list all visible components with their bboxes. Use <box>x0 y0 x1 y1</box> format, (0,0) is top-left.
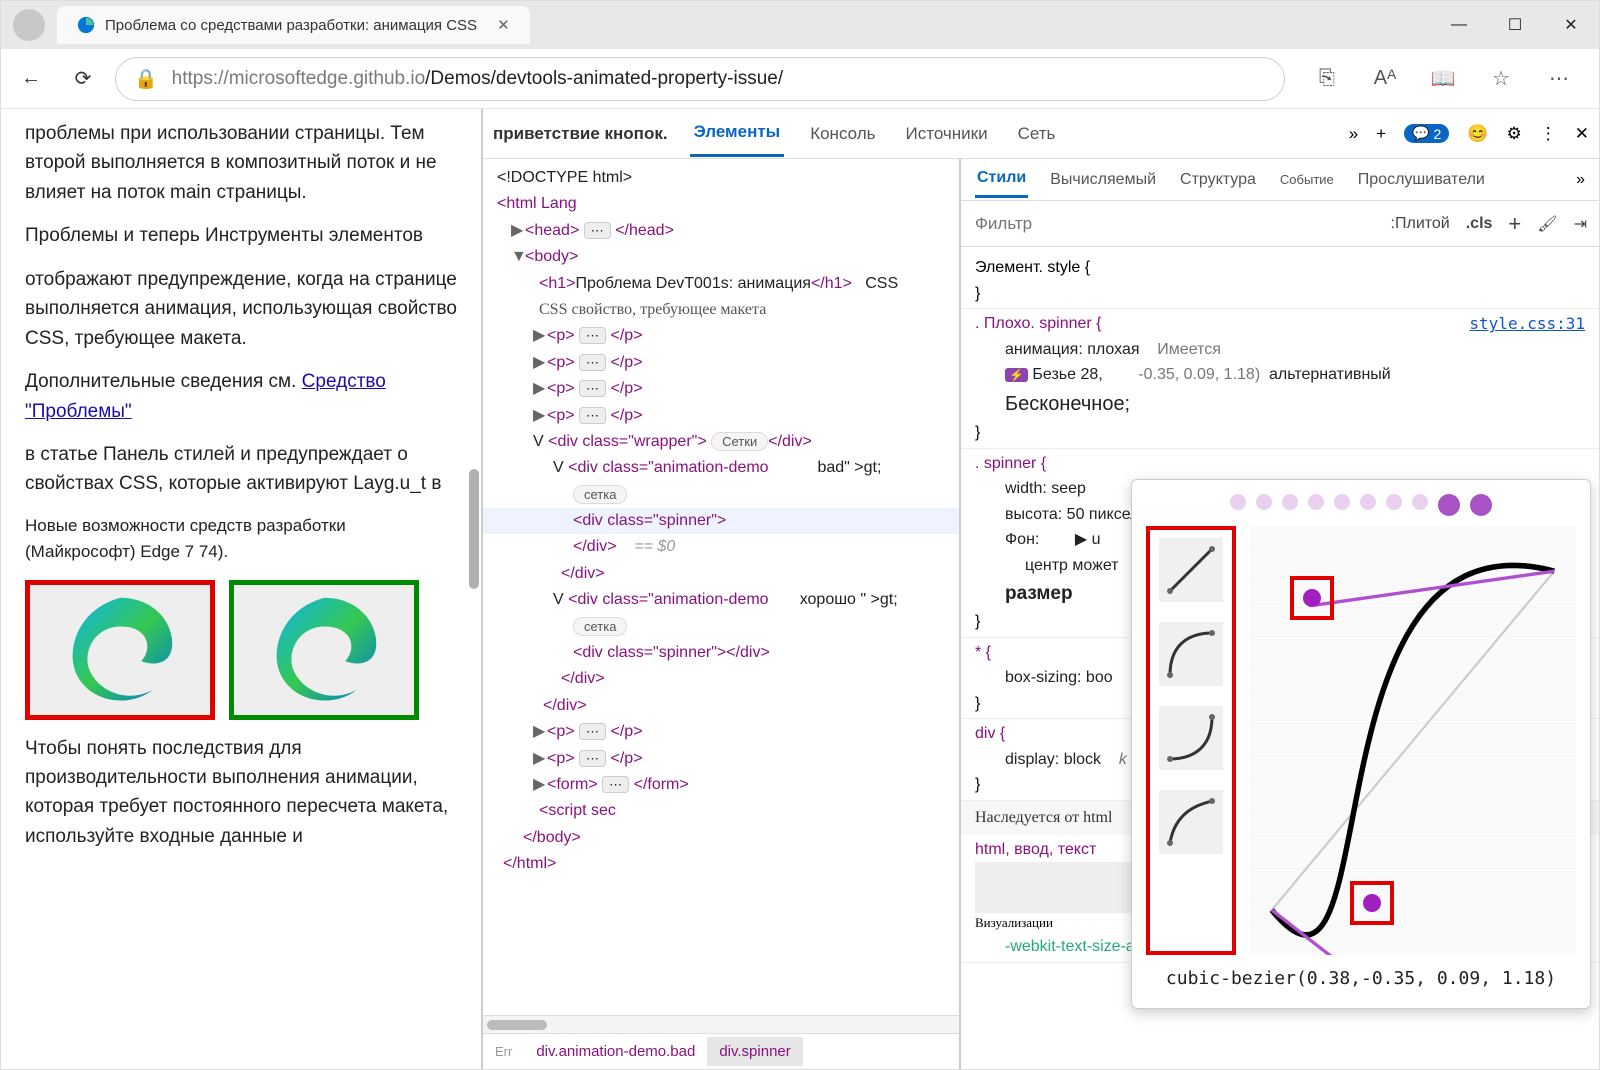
bezier-handle-2[interactable] <box>1350 881 1394 925</box>
cls-toggle[interactable]: .cls <box>1466 215 1493 233</box>
page-text: в статье Панель стилей и предупреждает о… <box>25 440 457 499</box>
more-icon[interactable]: ⋯ <box>1539 59 1579 99</box>
tab-computed[interactable]: Вычисляемый <box>1048 163 1158 197</box>
devtools-menu-icon[interactable]: ⋮ <box>1540 124 1557 144</box>
url-path: /Demos/devtools-animated-property-issue/ <box>425 68 783 89</box>
preset-ease-in[interactable] <box>1159 706 1223 770</box>
hov-toggle[interactable]: :Плитой <box>1391 215 1450 233</box>
url-host: https://microsoftedge.github.io <box>172 68 425 89</box>
feedback-icon[interactable]: 😊 <box>1467 124 1488 144</box>
page-text: Новые возможности средств разработки (Ма… <box>25 513 457 566</box>
bezier-editor[interactable]: cubic-bezier(0.38,-0.35, 0.09, 1.18) <box>1131 479 1591 1009</box>
devtools-close-icon[interactable]: ✕ <box>1575 124 1589 144</box>
elements-panel: <!DOCTYPE html> <html Lang ▶<head> ⋯ </h… <box>483 159 959 1069</box>
welcome-label: приветствие кнопок. <box>493 124 668 144</box>
back-button[interactable]: ← <box>11 59 51 99</box>
tab-event[interactable]: Событие <box>1278 164 1336 195</box>
tab-elements[interactable]: Элементы <box>690 110 785 157</box>
tab-title: Проблема со средствами разработки: анима… <box>105 17 477 34</box>
favorite-icon[interactable]: ☆ <box>1481 59 1521 99</box>
bezier-preview-dots <box>1146 494 1576 516</box>
bezier-curve-canvas[interactable] <box>1250 526 1576 955</box>
page-text: Дополнительные сведения см. Средство "Пр… <box>25 367 457 426</box>
source-link[interactable]: style.css:31 <box>1469 311 1585 337</box>
edge-logo-icon <box>267 592 382 707</box>
bezier-presets[interactable] <box>1146 526 1236 955</box>
good-spinner-demo <box>229 580 419 720</box>
page-text: Проблемы и теперь Инструменты элементов <box>25 221 457 250</box>
tab-layout[interactable]: Структура <box>1178 163 1258 197</box>
profile-icon[interactable] <box>13 9 45 41</box>
elements-hscroll[interactable] <box>483 1015 959 1033</box>
settings-icon[interactable]: ⚙ <box>1507 124 1522 144</box>
maximize-button[interactable]: ☐ <box>1487 1 1543 49</box>
issues-badge[interactable]: 💬 2 <box>1404 124 1449 143</box>
page-scrollbar[interactable] <box>469 469 479 589</box>
computed-toggle-icon[interactable]: ⇥ <box>1574 214 1587 234</box>
titlebar: Проблема со средствами разработки: анима… <box>1 1 1599 49</box>
tab-styles[interactable]: Стили <box>975 161 1028 198</box>
preset-ease-out[interactable] <box>1159 622 1223 686</box>
bad-spinner-demo <box>25 580 215 720</box>
read-aloud-icon[interactable]: Aᴬ <box>1365 59 1405 99</box>
more-tabs-icon[interactable]: » <box>1576 171 1585 189</box>
preset-ease[interactable] <box>1159 790 1223 854</box>
page-text: отображают предупреждение, когда на стра… <box>25 265 457 353</box>
styles-panel: Стили Вычисляемый Структура Событие Прос… <box>959 159 1599 1069</box>
edge-logo-icon <box>63 592 178 707</box>
styles-tabs: Стили Вычисляемый Структура Событие Прос… <box>961 159 1599 201</box>
breadcrumb-item[interactable]: div.animation-demo.bad <box>524 1037 707 1066</box>
page-text: Чтобы понять последствия для производите… <box>25 734 457 852</box>
new-tab-icon[interactable]: + <box>1376 124 1386 144</box>
new-rule-icon[interactable]: + <box>1508 211 1521 237</box>
reload-button[interactable]: ⟳ <box>63 59 103 99</box>
styles-filter-input[interactable] <box>961 214 1379 234</box>
address-bar[interactable]: 🔒 https://microsoftedge.github.io/Demos/… <box>115 57 1285 101</box>
minimize-button[interactable]: — <box>1431 1 1487 49</box>
brush-icon[interactable]: 🖌 <box>1537 214 1557 234</box>
breadcrumb-err: Err <box>483 1038 524 1065</box>
browser-tab[interactable]: Проблема со средствами разработки: анима… <box>57 6 530 44</box>
lock-icon: 🔒 <box>134 67 158 91</box>
preset-linear[interactable] <box>1159 538 1223 602</box>
window-controls: — ☐ ✕ <box>1431 1 1599 49</box>
browser-toolbar: ← ⟳ 🔒 https://microsoftedge.github.io/De… <box>1 49 1599 109</box>
tab-sources[interactable]: Источники <box>902 112 992 156</box>
tab-console[interactable]: Консоль <box>806 112 879 156</box>
tab-listeners[interactable]: Прослушиватели <box>1356 163 1487 197</box>
tab-close-icon[interactable]: ✕ <box>497 16 510 34</box>
page-text: проблемы при использовании страницы. Тем… <box>25 119 457 207</box>
dom-tree[interactable]: <!DOCTYPE html> <html Lang ▶<head> ⋯ </h… <box>483 159 959 1015</box>
close-window-button[interactable]: ✕ <box>1543 1 1599 49</box>
devtools-panel: приветствие кнопок. Элементы Консоль Ист… <box>481 109 1599 1069</box>
more-tabs-icon[interactable]: » <box>1349 124 1358 144</box>
app-icon[interactable]: ⎘ <box>1307 59 1347 99</box>
edge-icon <box>77 16 95 34</box>
styles-rules[interactable]: Элемент. style { } . Плохо. spinner {sty… <box>961 247 1599 1069</box>
dom-breadcrumb[interactable]: Err div.animation-demo.bad div.spinner <box>483 1033 959 1069</box>
reader-icon[interactable]: 📖 <box>1423 59 1463 99</box>
tab-network[interactable]: Сеть <box>1014 112 1060 156</box>
bezier-handle-1[interactable] <box>1290 576 1334 620</box>
devtools-tabs: приветствие кнопок. Элементы Консоль Ист… <box>483 109 1599 159</box>
page-content: проблемы при использовании страницы. Тем… <box>1 109 481 1069</box>
bezier-output: cubic-bezier(0.38,-0.35, 0.09, 1.18) <box>1146 955 1576 994</box>
breadcrumb-item-selected[interactable]: div.spinner <box>707 1037 802 1066</box>
styles-filter-row: :Плитой .cls + 🖌 ⇥ <box>961 201 1599 247</box>
